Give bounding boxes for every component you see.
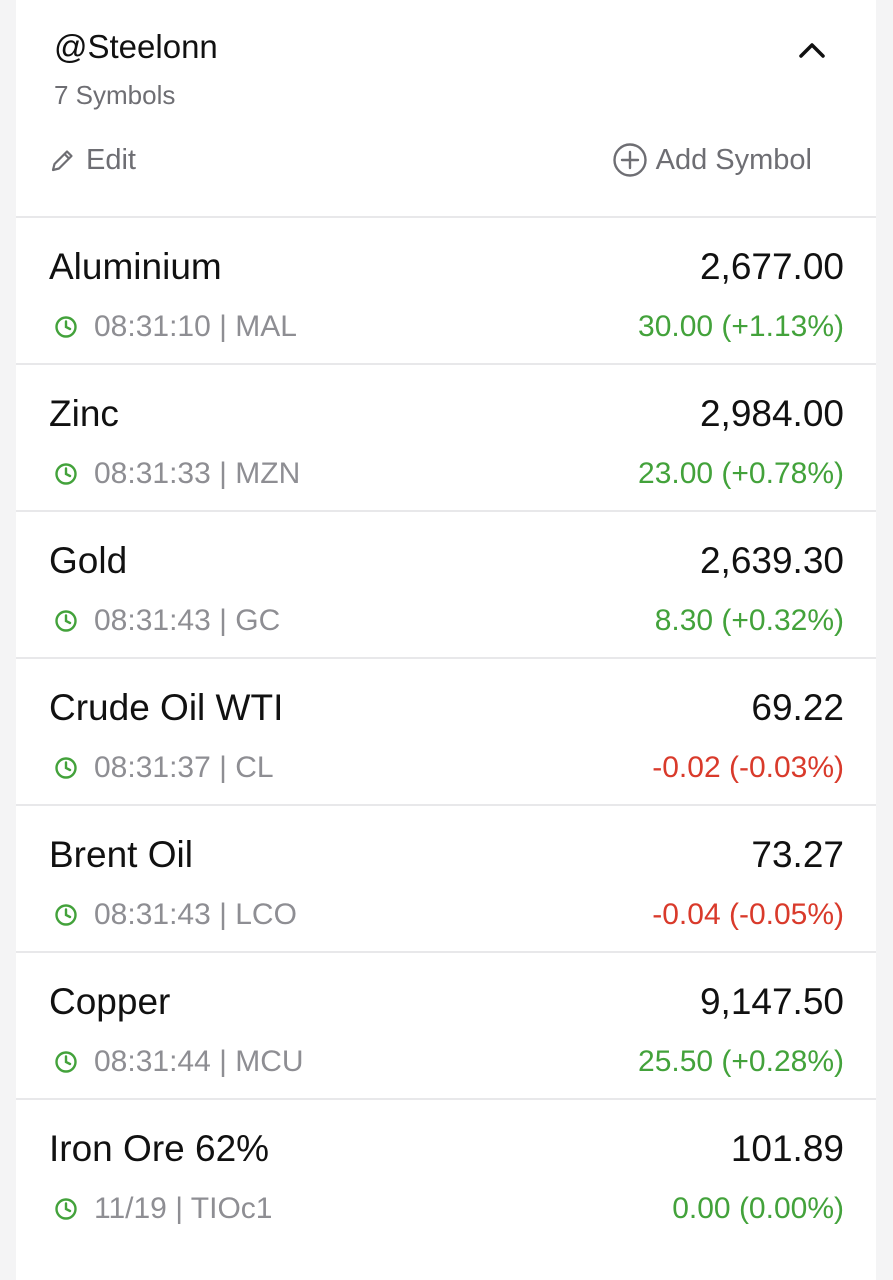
watchlist-owner: @Steelonn xyxy=(54,28,218,65)
symbol-row[interactable]: Zinc 2,984.00 08:31:33 | MZN 23.00 (+0.7… xyxy=(16,365,876,512)
symbol-row[interactable]: Brent Oil 73.27 08:31:43 | LCO -0.04 (-0… xyxy=(16,806,876,953)
symbol-price: 2,639.30 xyxy=(699,540,844,581)
symbol-time: 08:31:43 xyxy=(94,604,211,637)
clock-icon xyxy=(54,462,78,486)
symbol-meta: 08:31:43 | GC xyxy=(54,604,280,638)
symbol-time: 08:31:10 xyxy=(94,310,211,343)
symbol-ticker: TIOc1 xyxy=(190,1192,273,1225)
add-symbol-button[interactable]: Add Symbol xyxy=(612,142,812,178)
symbol-count: 7 Symbols xyxy=(54,80,176,110)
plus-circle-icon xyxy=(612,143,647,177)
symbol-ticker: GC xyxy=(235,604,281,637)
symbol-change: 25.50 (+0.28%) xyxy=(638,1045,844,1078)
symbol-name: Iron Ore 62% xyxy=(49,1128,270,1169)
symbol-row[interactable]: Aluminium 2,677.00 08:31:10 | MAL 30.00 … xyxy=(16,218,876,365)
symbol-price: 69.22 xyxy=(751,687,844,728)
symbol-price: 2,984.00 xyxy=(699,393,844,434)
symbol-change: 0.00 (0.00%) xyxy=(672,1192,844,1225)
symbol-meta: 08:31:44 | MCU xyxy=(54,1045,304,1079)
symbol-row[interactable]: Copper 9,147.50 08:31:44 | MCU 25.50 (+0… xyxy=(16,953,876,1100)
chevron-up-icon xyxy=(799,43,825,58)
symbol-meta: 08:31:33 | MZN xyxy=(54,457,300,491)
symbol-name: Aluminium xyxy=(49,246,222,287)
symbol-name: Copper xyxy=(49,981,171,1022)
pencil-icon xyxy=(51,149,73,171)
symbol-name: Brent Oil xyxy=(49,834,193,875)
clock-icon xyxy=(54,1050,78,1074)
symbol-change: -0.04 (-0.05%) xyxy=(652,898,844,931)
symbol-change: 23.00 (+0.78%) xyxy=(638,457,844,490)
symbol-name: Gold xyxy=(49,540,128,581)
symbol-change: 30.00 (+1.13%) xyxy=(638,310,844,343)
watchlist-card: @Steelonn 7 Symbols Edit Add Symbol Alum… xyxy=(16,0,876,1280)
symbol-meta: 11/19 | TIOc1 xyxy=(54,1192,272,1226)
symbol-price: 101.89 xyxy=(730,1128,844,1169)
watchlist-header: @Steelonn 7 Symbols Edit Add Symbol xyxy=(16,0,876,218)
clock-icon xyxy=(54,1197,78,1221)
symbol-time: 08:31:37 xyxy=(94,751,211,784)
symbol-price: 73.27 xyxy=(751,834,844,875)
clock-icon xyxy=(54,903,78,927)
symbol-row[interactable]: Crude Oil WTI 69.22 08:31:37 | CL -0.02 … xyxy=(16,659,876,806)
symbol-change: 8.30 (+0.32%) xyxy=(654,604,844,637)
symbol-change: -0.02 (-0.03%) xyxy=(652,751,844,784)
symbol-time: 08:31:44 xyxy=(94,1045,211,1078)
edit-button[interactable]: Edit xyxy=(48,144,136,177)
collapse-button[interactable] xyxy=(792,30,832,70)
clock-icon xyxy=(54,315,78,339)
symbol-row[interactable]: Iron Ore 62% 101.89 11/19 | TIOc1 0.00 (… xyxy=(16,1100,876,1247)
symbol-meta: 08:31:10 | MAL xyxy=(54,310,297,344)
edit-label: Edit xyxy=(86,144,136,176)
symbol-name: Crude Oil WTI xyxy=(49,687,284,728)
symbol-row[interactable]: Gold 2,639.30 08:31:43 | GC 8.30 (+0.32%… xyxy=(16,512,876,659)
symbol-name: Zinc xyxy=(49,393,119,434)
symbol-time: 08:31:43 xyxy=(94,898,211,931)
symbol-ticker: MZN xyxy=(235,457,301,490)
symbol-ticker: CL xyxy=(235,751,274,784)
symbol-price: 2,677.00 xyxy=(699,246,844,287)
symbol-price: 9,147.50 xyxy=(699,981,844,1022)
clock-icon xyxy=(54,756,78,780)
symbol-meta: 08:31:43 | LCO xyxy=(54,898,297,932)
symbol-meta: 08:31:37 | CL xyxy=(54,751,274,785)
symbol-time: 11/19 xyxy=(94,1192,167,1225)
symbol-ticker: MCU xyxy=(235,1045,304,1078)
symbol-ticker: LCO xyxy=(235,898,297,931)
add-symbol-label: Add Symbol xyxy=(655,143,812,176)
symbol-time: 08:31:33 xyxy=(94,457,211,490)
symbol-ticker: MAL xyxy=(235,310,297,343)
clock-icon xyxy=(54,609,78,633)
symbol-list: Aluminium 2,677.00 08:31:10 | MAL 30.00 … xyxy=(16,218,876,1247)
